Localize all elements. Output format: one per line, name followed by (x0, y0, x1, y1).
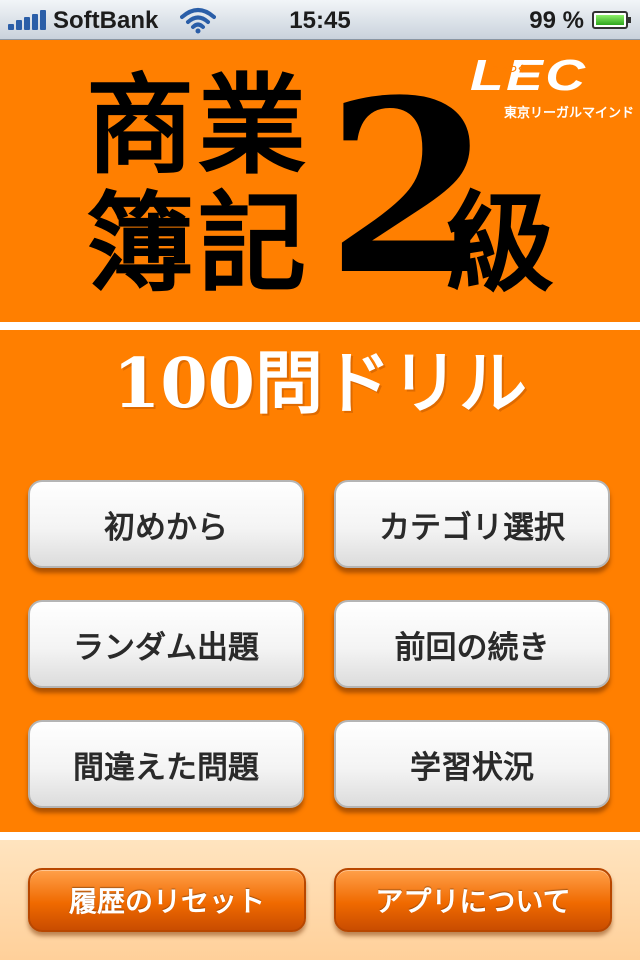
lec-logo-mark: LEC (470, 51, 588, 100)
reset-history-button[interactable]: 履歴のリセット (28, 868, 306, 932)
lec-logo-ruby: れっつく (490, 65, 527, 75)
title-char: 記 (198, 181, 307, 307)
random-questions-button[interactable]: ランダム出題 (28, 600, 304, 688)
about-app-button[interactable]: アプリについて (334, 868, 612, 932)
status-bar: SoftBank 15:45 99 % (0, 0, 640, 40)
mistakes-button[interactable]: 間違えた問題 (28, 720, 304, 808)
header-divider (0, 322, 640, 330)
footer-divider (0, 832, 640, 840)
battery-percent: 99 % (529, 7, 584, 34)
study-progress-button[interactable]: 学習状況 (334, 720, 610, 808)
continue-button[interactable]: 前回の続き (334, 600, 610, 688)
title-banner: 商 業 簿 記 2 級 LEC れっつく 東京リーガルマインド (0, 40, 640, 322)
lec-logo: LEC れっつく 東京リーガルマインド (470, 51, 634, 122)
title-grade-suffix: 級 (446, 181, 555, 307)
category-select-button[interactable]: カテゴリ選択 (334, 480, 610, 568)
footer-bar: 履歴のリセット アプリについて (0, 840, 640, 960)
battery-fill (596, 15, 624, 25)
title-char: 簿 (86, 181, 195, 307)
battery-icon (592, 11, 631, 29)
subtitle: 100問ドリル (113, 344, 527, 424)
title-char: 商 (86, 63, 195, 189)
start-button[interactable]: 初めから (28, 480, 304, 568)
lec-logo-subtitle: 東京リーガルマインド (504, 106, 635, 121)
title-char: 業 (198, 63, 307, 189)
